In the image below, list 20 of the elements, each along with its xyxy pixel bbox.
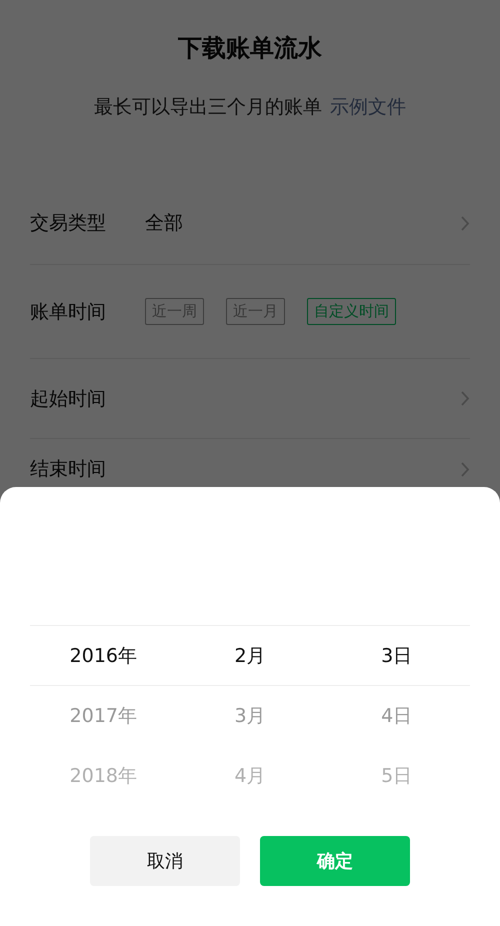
- page-title: 下载账单流水: [177, 33, 323, 64]
- picker-option[interactable]: 2017年: [70, 686, 137, 746]
- row-label: 账单时间: [30, 300, 107, 324]
- export-hint: 最长可以导出三个月的账单: [94, 95, 322, 120]
- row-label: 结束时间: [30, 457, 107, 482]
- picker-option[interactable]: 5日: [381, 746, 412, 806]
- row-label: 起始时间: [30, 386, 107, 412]
- cancel-button[interactable]: 取消: [90, 836, 240, 886]
- time-range-chip[interactable]: 自定义时间: [307, 298, 396, 325]
- picker-option[interactable]: 3日: [381, 626, 412, 686]
- picker-option[interactable]: 3月: [234, 686, 266, 746]
- row-value: 全部: [145, 211, 184, 236]
- sample-file-link[interactable]: 示例文件: [330, 94, 406, 120]
- picker-option[interactable]: 2016年: [70, 626, 137, 686]
- row-label: 交易类型: [30, 211, 107, 236]
- picker-option[interactable]: 2月: [234, 626, 266, 686]
- confirm-button[interactable]: 确定: [260, 836, 410, 886]
- picker-option[interactable]: 4日: [381, 686, 412, 746]
- picker-option[interactable]: 4月: [234, 746, 266, 806]
- picker-option[interactable]: 2018年: [70, 746, 137, 806]
